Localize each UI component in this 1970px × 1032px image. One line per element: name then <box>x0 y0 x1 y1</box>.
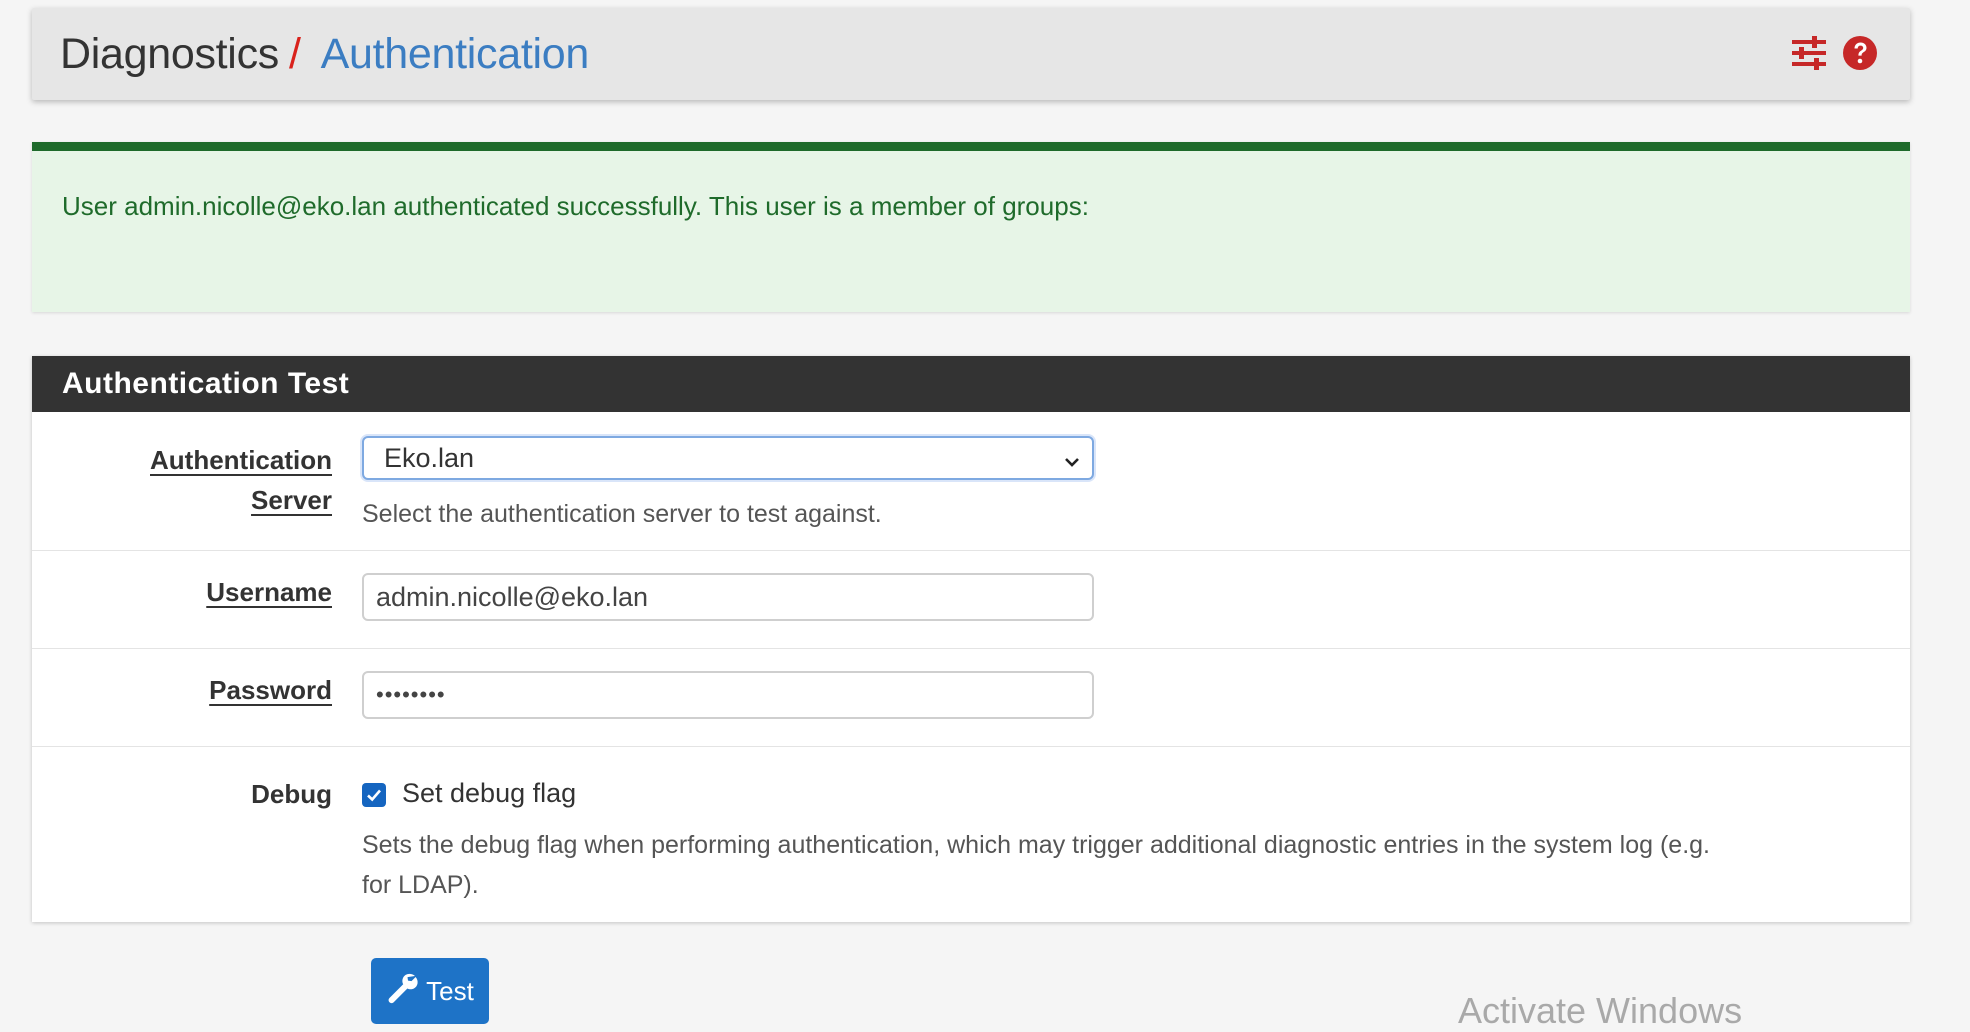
debug-help: Sets the debug flag when performing auth… <box>362 831 1710 899</box>
success-alert: User admin.nicolle@eko.lan authenticated… <box>32 142 1910 312</box>
row-authentication-server: Authentication Server Eko.lan Select the… <box>32 412 1910 551</box>
breadcrumb: Diagnostics / Authentication <box>32 8 1910 100</box>
checkmark-icon <box>367 789 381 802</box>
help-icon[interactable] <box>1842 35 1878 71</box>
activate-windows-watermark: Activate Windows <box>1458 990 1743 1031</box>
test-button[interactable]: Test <box>371 958 489 1024</box>
authentication-server-help: Select the authentication server to test… <box>362 500 882 528</box>
sliders-icon[interactable] <box>1790 36 1828 70</box>
authentication-server-label: Authentication Server <box>150 445 332 515</box>
breadcrumb-diagnostics[interactable]: Diagnostics <box>60 30 279 79</box>
username-field[interactable]: admin.nicolle@eko.lan <box>362 573 1094 621</box>
page-title: Diagnostics / Authentication <box>60 30 589 79</box>
authentication-test-panel: Authentication Test Authentication Serve… <box>32 356 1910 922</box>
row-debug: Debug Set debug flag Sets the debug flag… <box>32 747 1910 923</box>
panel-title: Authentication Test <box>32 356 1910 412</box>
selected-server: Eko.lan <box>384 442 475 473</box>
authentication-server-select[interactable]: Eko.lan <box>362 436 1094 480</box>
breadcrumb-authentication[interactable]: Authentication <box>321 30 590 79</box>
chevron-down-icon <box>1062 448 1082 479</box>
breadcrumb-separator: / <box>288 29 301 78</box>
row-username: Username admin.nicolle@eko.lan <box>32 551 1910 649</box>
row-password: Password •••••••• <box>32 649 1910 747</box>
alert-message: User admin.nicolle@eko.lan authenticated… <box>62 191 1089 221</box>
debug-label: Debug <box>251 779 332 809</box>
test-button-label: Test <box>426 975 474 1006</box>
username-label: Username <box>206 577 332 607</box>
password-field[interactable]: •••••••• <box>362 671 1094 719</box>
debug-checkbox[interactable] <box>362 783 386 807</box>
wrench-icon <box>386 971 420 1012</box>
debug-checkbox-label[interactable]: Set debug flag <box>402 778 576 809</box>
password-label: Password <box>209 675 332 705</box>
